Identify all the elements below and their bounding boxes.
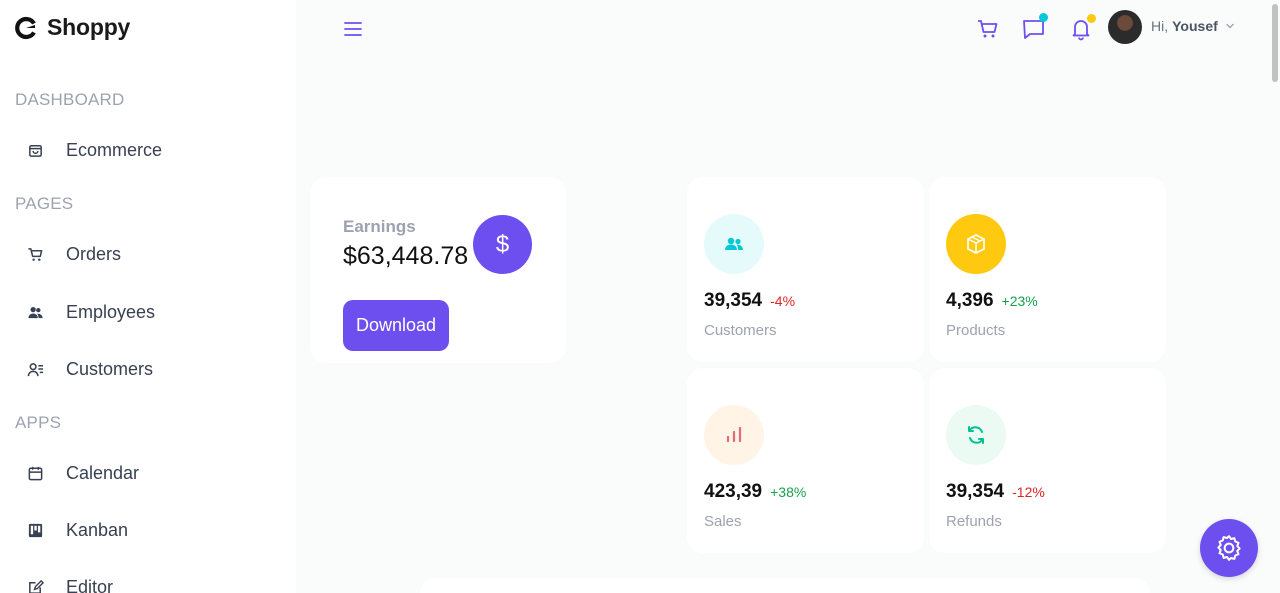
stat-change: -12%: [1012, 484, 1045, 500]
sidebar-item-calendar[interactable]: Calendar: [26, 458, 139, 488]
edit-icon: [26, 578, 44, 593]
calendar-icon: [26, 464, 44, 482]
kanban-icon: [26, 521, 44, 539]
stat-card-products: 4,396 +23% Products: [929, 177, 1166, 362]
stat-value: 423,39 +38%: [704, 481, 806, 503]
stat-change: -4%: [770, 293, 796, 309]
gear-icon: [1217, 535, 1241, 561]
stat-value-number: 39,354: [704, 290, 763, 311]
chat-notification-dot: [1039, 13, 1048, 22]
stat-value-number: 423,39: [704, 481, 763, 502]
stat-change: +23%: [1001, 293, 1038, 309]
stat-card-sales: 423,39 +38% Sales: [687, 368, 924, 553]
stat-card-refunds: 39,354 -12% Refunds: [929, 368, 1166, 553]
stat-value: 39,354 -4%: [704, 290, 795, 312]
cart-button[interactable]: [975, 16, 1001, 42]
dollar-icon[interactable]: $: [473, 215, 532, 274]
stat-change: +38%: [770, 484, 807, 500]
earnings-card: Earnings $63,448.78 $ Download: [310, 177, 566, 363]
shopping-bag-icon: [26, 141, 44, 159]
stat-label: Refunds: [946, 513, 1002, 530]
sidebar-item-kanban[interactable]: Kanban: [26, 515, 128, 545]
avatar[interactable]: [1108, 10, 1142, 44]
sidebar-item-ecommerce[interactable]: Ecommerce: [26, 135, 162, 165]
stat-card-customers: 39,354 -4% Customers: [687, 177, 924, 362]
earnings-value: $63,448.78: [343, 242, 469, 270]
cart-icon: [978, 20, 998, 38]
notification-button[interactable]: [1068, 14, 1096, 42]
brand-name: Shoppy: [47, 14, 131, 40]
notification-dot: [1087, 14, 1096, 23]
user-list-icon: [26, 360, 44, 378]
sidebar-item-label: Calendar: [66, 462, 140, 483]
stat-value: 4,396 +23%: [946, 290, 1038, 312]
sidebar-item-orders[interactable]: Orders: [26, 239, 121, 269]
chat-button[interactable]: [1021, 13, 1048, 42]
sidebar-item-label: Kanban: [66, 519, 129, 540]
page-scrollbar[interactable]: [1272, 4, 1278, 82]
section-title-pages: PAGES: [15, 194, 74, 213]
hamburger-menu-icon[interactable]: [343, 19, 363, 39]
stat-label: Sales: [704, 513, 742, 530]
section-title-apps: APPS: [15, 413, 62, 432]
sidebar-item-label: Employees: [66, 301, 156, 322]
earnings-label: Earnings: [343, 217, 416, 236]
user-name: Yousef: [1172, 18, 1218, 34]
user-greeting[interactable]: Hi, Yousef: [1151, 18, 1218, 34]
refresh-icon[interactable]: [946, 405, 1006, 465]
users-icon: [26, 303, 44, 321]
settings-button[interactable]: [1200, 519, 1258, 577]
sidebar-item-employees[interactable]: Employees: [26, 297, 155, 327]
stat-value-number: 39,354: [946, 481, 1005, 502]
box-icon[interactable]: [946, 214, 1006, 274]
sidebar-item-label: Orders: [66, 243, 122, 264]
sidebar-item-customers[interactable]: Customers: [26, 354, 153, 384]
sidebar-item-label: Customers: [66, 358, 154, 379]
sidebar-item-label: Editor: [66, 576, 114, 593]
revenue-card: [420, 578, 1150, 593]
sidebar: Shoppy DASHBOARD Ecommerce PAGES Orders …: [0, 0, 296, 593]
stat-value: 39,354 -12%: [946, 481, 1045, 503]
stat-label: Customers: [704, 322, 777, 339]
chevron-down-icon[interactable]: [1224, 20, 1236, 32]
brand[interactable]: Shoppy: [14, 14, 130, 41]
bar-chart-icon[interactable]: [704, 405, 764, 465]
sidebar-item-editor[interactable]: Editor: [26, 572, 113, 593]
section-title-dashboard: DASHBOARD: [15, 90, 125, 109]
stat-value-number: 4,396: [946, 290, 994, 311]
customers-icon[interactable]: [704, 214, 764, 274]
greeting-text: Hi,: [1151, 18, 1169, 34]
shoppy-logo-icon: [15, 16, 36, 39]
download-button[interactable]: Download: [343, 300, 449, 351]
cart-icon: [26, 245, 44, 263]
stat-label: Products: [946, 322, 1006, 339]
sidebar-item-label: Ecommerce: [66, 139, 163, 160]
